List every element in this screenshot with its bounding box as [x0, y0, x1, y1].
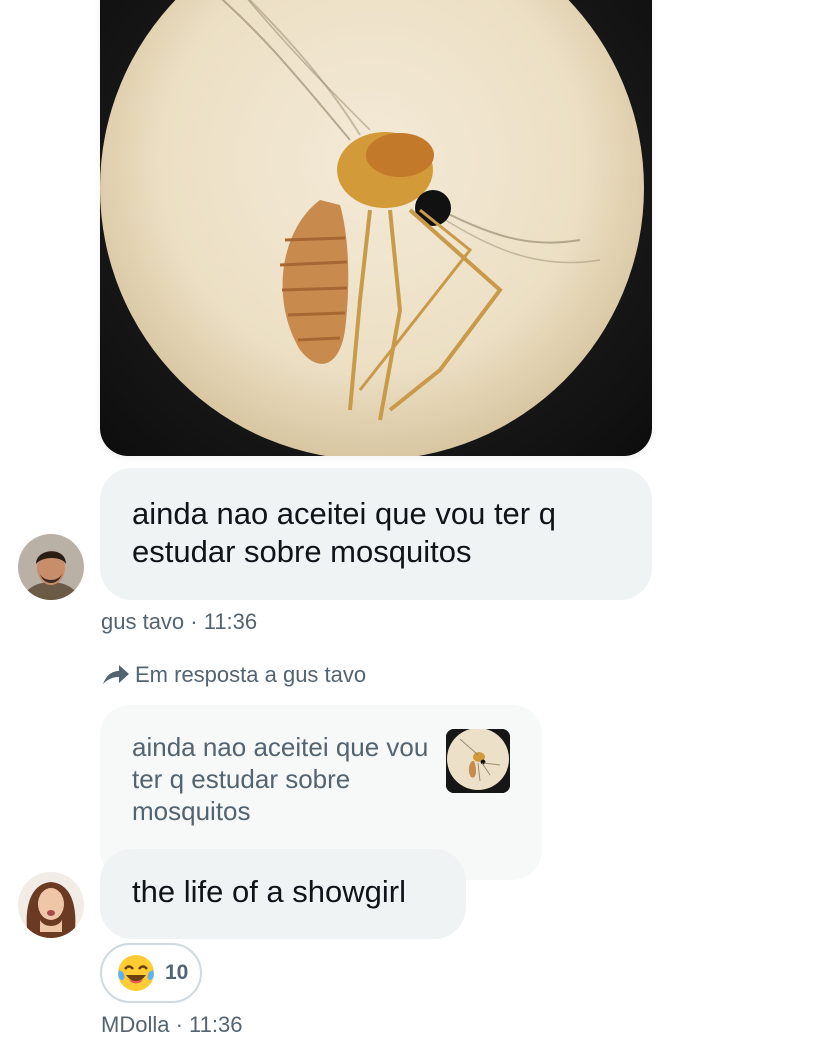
reaction-pill[interactable]: 10 — [100, 943, 202, 1003]
tears-of-joy-emoji-icon — [118, 955, 154, 991]
reply-indicator: Em resposta a gus tavo — [101, 661, 366, 689]
user-avatar-icon — [18, 872, 84, 938]
quoted-text: ainda nao aceitei que vou ter q estudar … — [132, 732, 429, 826]
user-avatar-icon — [18, 534, 84, 600]
message-meta: gus tavo · 11:36 — [101, 609, 258, 634]
message-bubble[interactable]: the life of a showgirl — [100, 849, 466, 939]
avatar[interactable] — [18, 534, 84, 600]
quoted-image-thumbnail — [446, 729, 510, 793]
message-text: the life of a showgirl — [132, 874, 406, 909]
reply-arrow-icon — [103, 665, 129, 684]
message-meta: MDolla · 11:36 — [101, 1012, 243, 1037]
reply-indicator-label: Em resposta a gus tavo — [135, 662, 367, 687]
avatar[interactable] — [18, 872, 84, 938]
message-text: ainda nao aceitei que vou ter q estudar … — [132, 496, 556, 569]
mosquito-thumbnail-image — [446, 729, 510, 793]
image-message[interactable] — [100, 0, 652, 456]
mosquito-microscope-image — [100, 0, 644, 456]
reaction-count: 10 — [165, 961, 189, 984]
message-bubble[interactable]: ainda nao aceitei que vou ter q estudar … — [100, 468, 652, 600]
